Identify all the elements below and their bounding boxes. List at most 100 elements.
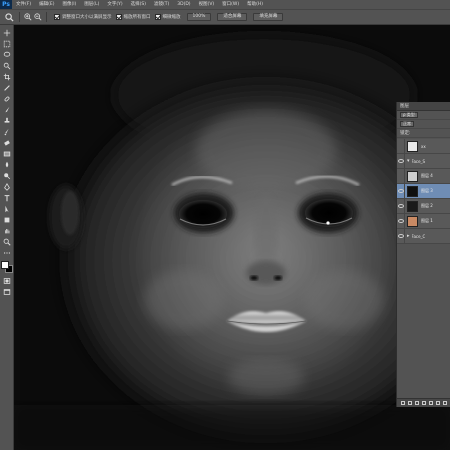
layer-name: 图层 4 bbox=[421, 173, 433, 178]
tools-panel bbox=[0, 25, 14, 450]
zoom-in-icon[interactable] bbox=[23, 12, 33, 22]
pen-tool-icon[interactable] bbox=[2, 182, 12, 192]
checkbox-label: 细微缩放 bbox=[162, 15, 181, 20]
face-artwork bbox=[14, 25, 450, 450]
checkbox-label: 缩放所有窗口 bbox=[123, 15, 151, 20]
app-logo: Ps bbox=[0, 0, 12, 9]
lock-label: 锁定: bbox=[400, 131, 411, 136]
document-canvas[interactable] bbox=[14, 25, 450, 450]
foreground-color-swatch[interactable] bbox=[0, 261, 9, 269]
quick-select-tool-icon[interactable] bbox=[2, 61, 12, 71]
mask-icon[interactable] bbox=[414, 401, 419, 405]
lasso-tool-icon[interactable] bbox=[2, 50, 12, 60]
visibility-eye-icon[interactable] bbox=[397, 198, 405, 214]
blur-tool-icon[interactable] bbox=[2, 160, 12, 170]
layer-row[interactable]: 图层 4 bbox=[397, 168, 450, 184]
checkbox-box bbox=[54, 14, 60, 20]
gradient-tool-icon[interactable] bbox=[2, 149, 12, 159]
layer-row-selected[interactable]: 图层 3 bbox=[397, 183, 450, 199]
menu-3d[interactable]: 3D(D) bbox=[173, 0, 194, 9]
menu-image[interactable]: 图像(I) bbox=[58, 0, 80, 9]
layer-thumbnail bbox=[407, 170, 418, 182]
layer-thumbnail bbox=[407, 200, 418, 212]
healing-brush-tool-icon[interactable] bbox=[2, 94, 12, 104]
visibility-eye-icon[interactable] bbox=[397, 228, 405, 244]
zoom-tool-icon[interactable] bbox=[2, 237, 12, 247]
lock-row: 锁定: bbox=[397, 129, 450, 138]
menu-help[interactable]: 帮助(H) bbox=[243, 0, 267, 9]
layer-name: xx bbox=[421, 143, 426, 149]
zoom-all-windows-checkbox[interactable]: 缩放所有窗口 bbox=[115, 14, 151, 20]
visibility-eye-icon[interactable] bbox=[397, 138, 405, 154]
blend-mode-row: 正常 bbox=[397, 120, 450, 129]
shape-tool-icon[interactable] bbox=[2, 215, 12, 225]
divider bbox=[19, 12, 20, 22]
link-layers-icon[interactable] bbox=[400, 401, 405, 405]
clone-stamp-tool-icon[interactable] bbox=[2, 116, 12, 126]
new-group-icon[interactable] bbox=[429, 401, 434, 405]
new-layer-icon[interactable] bbox=[436, 401, 441, 405]
menu-file[interactable]: 文件(F) bbox=[12, 0, 35, 9]
layers-panel-footer bbox=[397, 398, 450, 407]
history-brush-tool-icon[interactable] bbox=[2, 127, 12, 137]
type-tool-icon[interactable] bbox=[2, 193, 12, 203]
dodge-tool-icon[interactable] bbox=[2, 171, 12, 181]
color-swatches[interactable] bbox=[0, 261, 13, 273]
menu-type[interactable]: 文字(Y) bbox=[103, 0, 126, 9]
layers-panel-title: 图层 bbox=[400, 104, 409, 109]
checkbox-box bbox=[154, 14, 161, 20]
visibility-eye-icon[interactable] bbox=[397, 153, 405, 169]
more-tools-icon[interactable] bbox=[2, 248, 12, 258]
checkbox-label: 调整窗口大小以满屏显示 bbox=[62, 15, 112, 20]
fill-screen-button[interactable]: 填充屏幕 bbox=[253, 13, 284, 21]
path-select-tool-icon[interactable] bbox=[2, 204, 12, 214]
marquee-tool-icon[interactable] bbox=[2, 39, 12, 49]
layers-list: xx ▾ Face_S 图层 4 图层 3 图层 2 图层 1 ▸ Face_C bbox=[397, 138, 450, 244]
visibility-eye-icon[interactable] bbox=[397, 183, 405, 199]
checkbox-box bbox=[115, 14, 122, 20]
visibility-eye-icon[interactable] bbox=[397, 213, 405, 229]
options-bar: 调整窗口大小以满屏显示 缩放所有窗口 细微缩放 100% 适合屏幕 填充屏幕 bbox=[0, 9, 450, 25]
layer-name: 图层 2 bbox=[421, 203, 433, 208]
layer-group-row[interactable]: ▾ Face_S bbox=[397, 153, 450, 169]
quick-mask-icon[interactable] bbox=[2, 276, 12, 286]
zoom-icon[interactable] bbox=[2, 11, 16, 23]
layer-filter-row: ρ 类型 bbox=[397, 111, 450, 120]
menu-filter[interactable]: 滤镜(T) bbox=[150, 0, 173, 9]
hand-tool-icon[interactable] bbox=[2, 226, 12, 236]
crop-tool-icon[interactable] bbox=[2, 72, 12, 82]
brush-tool-icon[interactable] bbox=[2, 105, 12, 115]
layer-row[interactable]: xx bbox=[397, 138, 450, 154]
fit-screen-button[interactable]: 适合屏幕 bbox=[217, 13, 248, 21]
layers-panel-tab[interactable]: 图层 bbox=[397, 102, 450, 111]
zoom-100-button[interactable]: 100% bbox=[186, 13, 212, 21]
group-expand-icon[interactable]: ▾ bbox=[407, 158, 410, 164]
adjustment-icon[interactable] bbox=[421, 401, 426, 405]
fx-icon[interactable] bbox=[407, 401, 412, 405]
screen-mode-icon[interactable] bbox=[2, 287, 12, 297]
layer-thumbnail bbox=[407, 185, 418, 197]
menu-edit[interactable]: 编辑(E) bbox=[35, 0, 58, 9]
menu-window[interactable]: 窗口(W) bbox=[218, 0, 243, 9]
blend-mode-dropdown[interactable]: 正常 bbox=[400, 121, 414, 127]
layer-row[interactable]: 图层 1 bbox=[397, 213, 450, 229]
visibility-eye-icon[interactable] bbox=[397, 168, 405, 184]
menu-bar: Ps 文件(F) 编辑(E) 图像(I) 图层(L) 文字(Y) 选择(S) 滤… bbox=[0, 0, 450, 9]
eyedropper-tool-icon[interactable] bbox=[2, 83, 12, 93]
eraser-tool-icon[interactable] bbox=[2, 138, 12, 148]
layer-name: 图层 1 bbox=[421, 218, 433, 223]
scrubby-zoom-checkbox[interactable]: 细微缩放 bbox=[154, 14, 181, 20]
move-tool-icon[interactable] bbox=[2, 28, 12, 38]
menu-view[interactable]: 视图(V) bbox=[195, 0, 219, 9]
menu-select[interactable]: 选择(S) bbox=[127, 0, 150, 9]
resize-windows-checkbox[interactable]: 调整窗口大小以满屏显示 bbox=[54, 14, 112, 20]
divider bbox=[46, 12, 47, 22]
menu-layer[interactable]: 图层(L) bbox=[80, 0, 103, 9]
trash-icon[interactable] bbox=[443, 401, 448, 405]
zoom-out-icon[interactable] bbox=[33, 12, 43, 22]
layer-name: Face_C bbox=[411, 233, 426, 239]
layer-filter-dropdown[interactable]: ρ 类型 bbox=[400, 112, 418, 118]
layer-row[interactable]: 图层 2 bbox=[397, 198, 450, 214]
layer-group-row[interactable]: ▸ Face_C bbox=[397, 228, 450, 244]
group-collapse-icon[interactable]: ▸ bbox=[407, 233, 410, 239]
